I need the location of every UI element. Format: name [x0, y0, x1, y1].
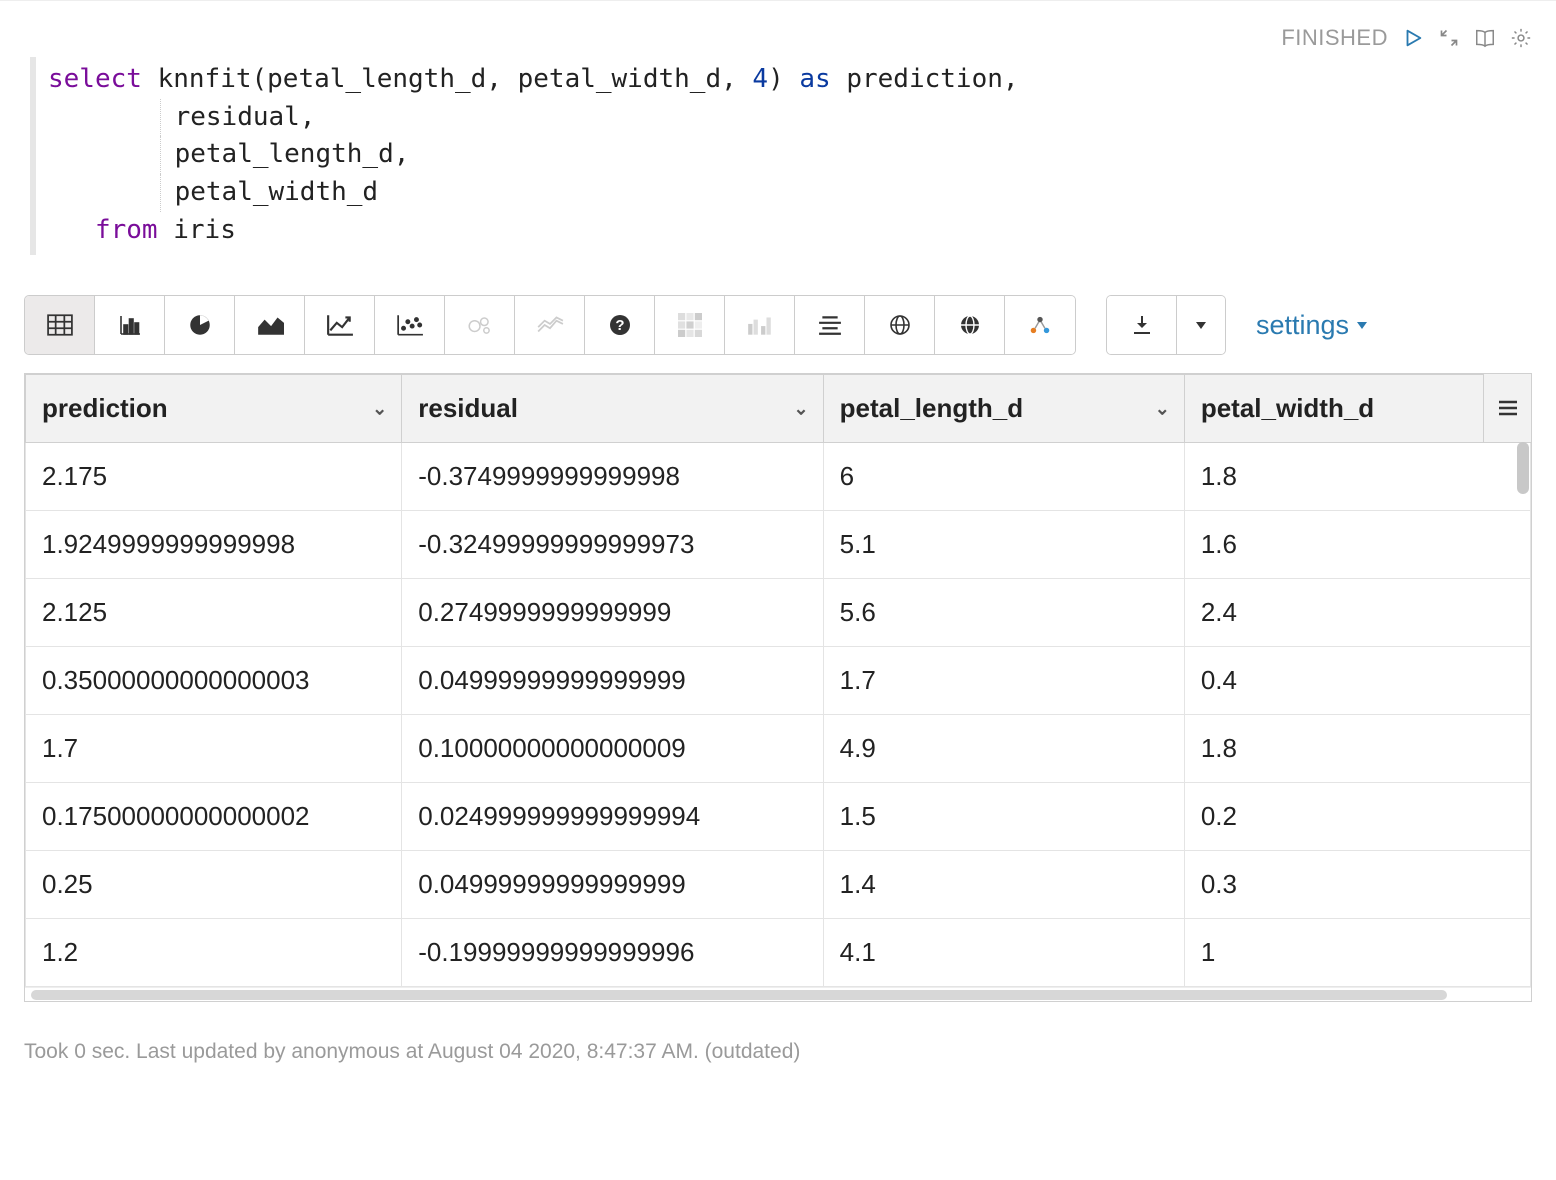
- table-row: 2.1250.27499999999999995.62.4: [26, 579, 1531, 647]
- gear-icon[interactable]: [1510, 27, 1532, 49]
- cell-header: FINISHED: [24, 25, 1532, 51]
- cell-controls: [1402, 27, 1532, 49]
- table-cell: -0.32499999999999973: [402, 511, 823, 579]
- chevron-down-icon: ⌄: [794, 398, 809, 419]
- bubble-chart-button[interactable]: [445, 296, 515, 354]
- table-menu-button[interactable]: [1483, 374, 1531, 442]
- table-cell: 1.9249999999999998: [26, 511, 402, 579]
- table-row: 2.175-0.374999999999999861.8: [26, 443, 1531, 511]
- table-row: 1.9249999999999998-0.324999999999999735.…: [26, 511, 1531, 579]
- settings-label: settings: [1256, 310, 1349, 341]
- download-button[interactable]: [1107, 296, 1177, 354]
- area-chart-button[interactable]: [235, 296, 305, 354]
- result-table: prediction⌄ residual⌄ petal_length_d⌄ pe…: [25, 374, 1531, 987]
- table-cell: 0.04999999999999999: [402, 647, 823, 715]
- table-cell: 1.4: [823, 851, 1184, 919]
- table-cell: -0.3749999999999998: [402, 443, 823, 511]
- table-cell: 2.125: [26, 579, 402, 647]
- network-button[interactable]: [1005, 296, 1075, 354]
- table-cell: 1: [1184, 919, 1530, 987]
- bar-chart-button[interactable]: [95, 296, 165, 354]
- keyword-select: select: [48, 64, 142, 94]
- table-cell: 1.2: [26, 919, 402, 987]
- column-header[interactable]: petal_length_d⌄: [823, 375, 1184, 443]
- table-row: 1.70.100000000000000094.91.8: [26, 715, 1531, 783]
- result-table-wrap: prediction⌄ residual⌄ petal_length_d⌄ pe…: [24, 373, 1532, 1002]
- table-cell: 0.024999999999999994: [402, 783, 823, 851]
- table-cell: -0.19999999999999996: [402, 919, 823, 987]
- trend-chart-button[interactable]: [515, 296, 585, 354]
- table-cell: 4.9: [823, 715, 1184, 783]
- viz-button-group: ?: [24, 295, 1076, 355]
- result-toolbar: ?: [24, 295, 1532, 355]
- scatter-chart-button[interactable]: [375, 296, 445, 354]
- globe-button[interactable]: [865, 296, 935, 354]
- text-align-button[interactable]: [795, 296, 865, 354]
- pie-chart-button[interactable]: [165, 296, 235, 354]
- table-cell: 4.1: [823, 919, 1184, 987]
- chevron-down-icon: [1355, 320, 1369, 330]
- svg-text:?: ?: [615, 317, 624, 334]
- download-button-group: [1106, 295, 1226, 355]
- run-icon[interactable]: [1402, 27, 1424, 49]
- table-cell: 2.4: [1184, 579, 1530, 647]
- table-row: 0.175000000000000020.0249999999999999941…: [26, 783, 1531, 851]
- column-header[interactable]: prediction⌄: [26, 375, 402, 443]
- table-cell: 0.04999999999999999: [402, 851, 823, 919]
- help-button[interactable]: ?: [585, 296, 655, 354]
- vertical-scrollbar[interactable]: [1517, 442, 1529, 494]
- table-cell: 1.8: [1184, 715, 1530, 783]
- keyword-from: from: [95, 215, 158, 245]
- table-cell: 1.5: [823, 783, 1184, 851]
- table-cell: 2.175: [26, 443, 402, 511]
- notebook-cell: FINISHED select knnfit(petal_length_d, p…: [0, 0, 1556, 1084]
- table-row: 0.350000000000000030.049999999999999991.…: [26, 647, 1531, 715]
- book-icon[interactable]: [1474, 27, 1496, 49]
- table-cell: 0.4: [1184, 647, 1530, 715]
- globe-filled-button[interactable]: [935, 296, 1005, 354]
- settings-link[interactable]: settings: [1256, 310, 1369, 341]
- table-cell: 6: [823, 443, 1184, 511]
- execution-footer: Took 0 sec. Last updated by anonymous at…: [24, 1040, 1532, 1064]
- code-editor[interactable]: select knnfit(petal_length_d, petal_widt…: [30, 57, 1532, 255]
- horizontal-scrollbar[interactable]: [25, 987, 1531, 1001]
- table-header-row: prediction⌄ residual⌄ petal_length_d⌄ pe…: [26, 375, 1531, 443]
- table-cell: 1.8: [1184, 443, 1530, 511]
- table-cell: 0.2: [1184, 783, 1530, 851]
- table-cell: 0.10000000000000009: [402, 715, 823, 783]
- chevron-down-icon: ⌄: [372, 398, 387, 419]
- table-cell: 5.6: [823, 579, 1184, 647]
- grouped-bar-button[interactable]: [725, 296, 795, 354]
- table-cell: 5.1: [823, 511, 1184, 579]
- table-cell: 1.7: [26, 715, 402, 783]
- line-chart-button[interactable]: [305, 296, 375, 354]
- table-cell: 0.35000000000000003: [26, 647, 402, 715]
- table-cell: 0.2749999999999999: [402, 579, 823, 647]
- table-row: 0.250.049999999999999991.40.3: [26, 851, 1531, 919]
- download-dropdown-button[interactable]: [1177, 296, 1225, 354]
- table-cell: 0.17500000000000002: [26, 783, 402, 851]
- chevron-down-icon: ⌄: [1155, 398, 1170, 419]
- table-cell: 1.6: [1184, 511, 1530, 579]
- heatmap-button[interactable]: [655, 296, 725, 354]
- column-header[interactable]: residual⌄: [402, 375, 823, 443]
- collapse-icon[interactable]: [1438, 27, 1460, 49]
- column-header[interactable]: petal_width_d⌄: [1184, 375, 1530, 443]
- table-cell: 0.3: [1184, 851, 1530, 919]
- table-row: 1.2-0.199999999999999964.11: [26, 919, 1531, 987]
- table-cell: 0.25: [26, 851, 402, 919]
- table-view-button[interactable]: [25, 296, 95, 354]
- table-cell: 1.7: [823, 647, 1184, 715]
- status-label: FINISHED: [1281, 25, 1388, 51]
